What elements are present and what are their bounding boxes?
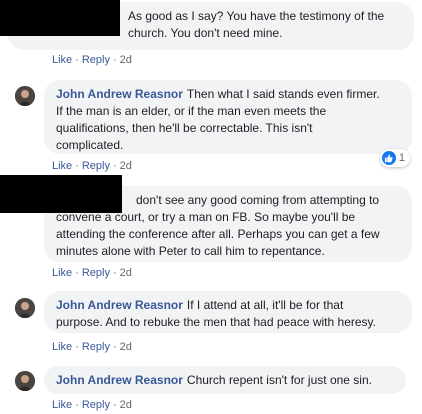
reply-link[interactable]: Reply: [82, 267, 110, 279]
thumbs-up-icon: [382, 151, 396, 165]
comment-timestamp[interactable]: 2d: [120, 54, 132, 66]
reply-link[interactable]: Reply: [82, 54, 110, 66]
comment-author-name[interactable]: John Andrew Reasnor: [56, 373, 183, 387]
comment-actions: Like · Reply · 2d: [52, 54, 132, 66]
profile-photo-icon: [15, 298, 35, 318]
profile-photo-icon: [15, 86, 35, 106]
comment-timestamp[interactable]: 2d: [120, 399, 132, 411]
avatar[interactable]: [15, 86, 35, 106]
reaction-summary[interactable]: 1: [380, 149, 410, 167]
avatar[interactable]: [15, 298, 35, 318]
reaction-count: 1: [398, 152, 405, 164]
like-link[interactable]: Like: [52, 160, 72, 172]
reply-link[interactable]: Reply: [82, 399, 110, 411]
profile-photo-icon: [15, 371, 35, 391]
comment-actions: Like · Reply · 2d: [52, 341, 132, 353]
comment-actions: Like · Reply · 2d: [52, 267, 132, 279]
like-link[interactable]: Like: [52, 399, 72, 411]
reply-link[interactable]: Reply: [82, 160, 110, 172]
reply-link[interactable]: Reply: [82, 341, 110, 353]
comment-text: As good as I say? You have the testimony…: [128, 9, 385, 40]
redacted-author-block: [0, 175, 122, 213]
comment-bubble: John Andrew Reasnor Church repent isn't f…: [44, 366, 406, 394]
redacted-author-block: [0, 0, 120, 36]
comment-author-name[interactable]: John Andrew Reasnor: [56, 87, 183, 101]
like-link[interactable]: Like: [52, 267, 72, 279]
comment-actions: Like · Reply · 2d: [52, 399, 132, 411]
comment-timestamp[interactable]: 2d: [120, 267, 132, 279]
comment-actions: Like · Reply · 2d: [52, 160, 132, 172]
comment-bubble: John Andrew Reasnor If I attend at all, i…: [44, 291, 412, 333]
comment-timestamp[interactable]: 2d: [120, 341, 132, 353]
comment-timestamp[interactable]: 2d: [120, 160, 132, 172]
comment-bubble: John Andrew Reasnor Then what I said stan…: [44, 80, 412, 154]
comment-author-name[interactable]: John Andrew Reasnor: [56, 298, 183, 312]
avatar[interactable]: [15, 371, 35, 391]
comment-text: Church repent isn't for just one sin.: [186, 373, 372, 387]
like-link[interactable]: Like: [52, 54, 72, 66]
like-link[interactable]: Like: [52, 341, 72, 353]
